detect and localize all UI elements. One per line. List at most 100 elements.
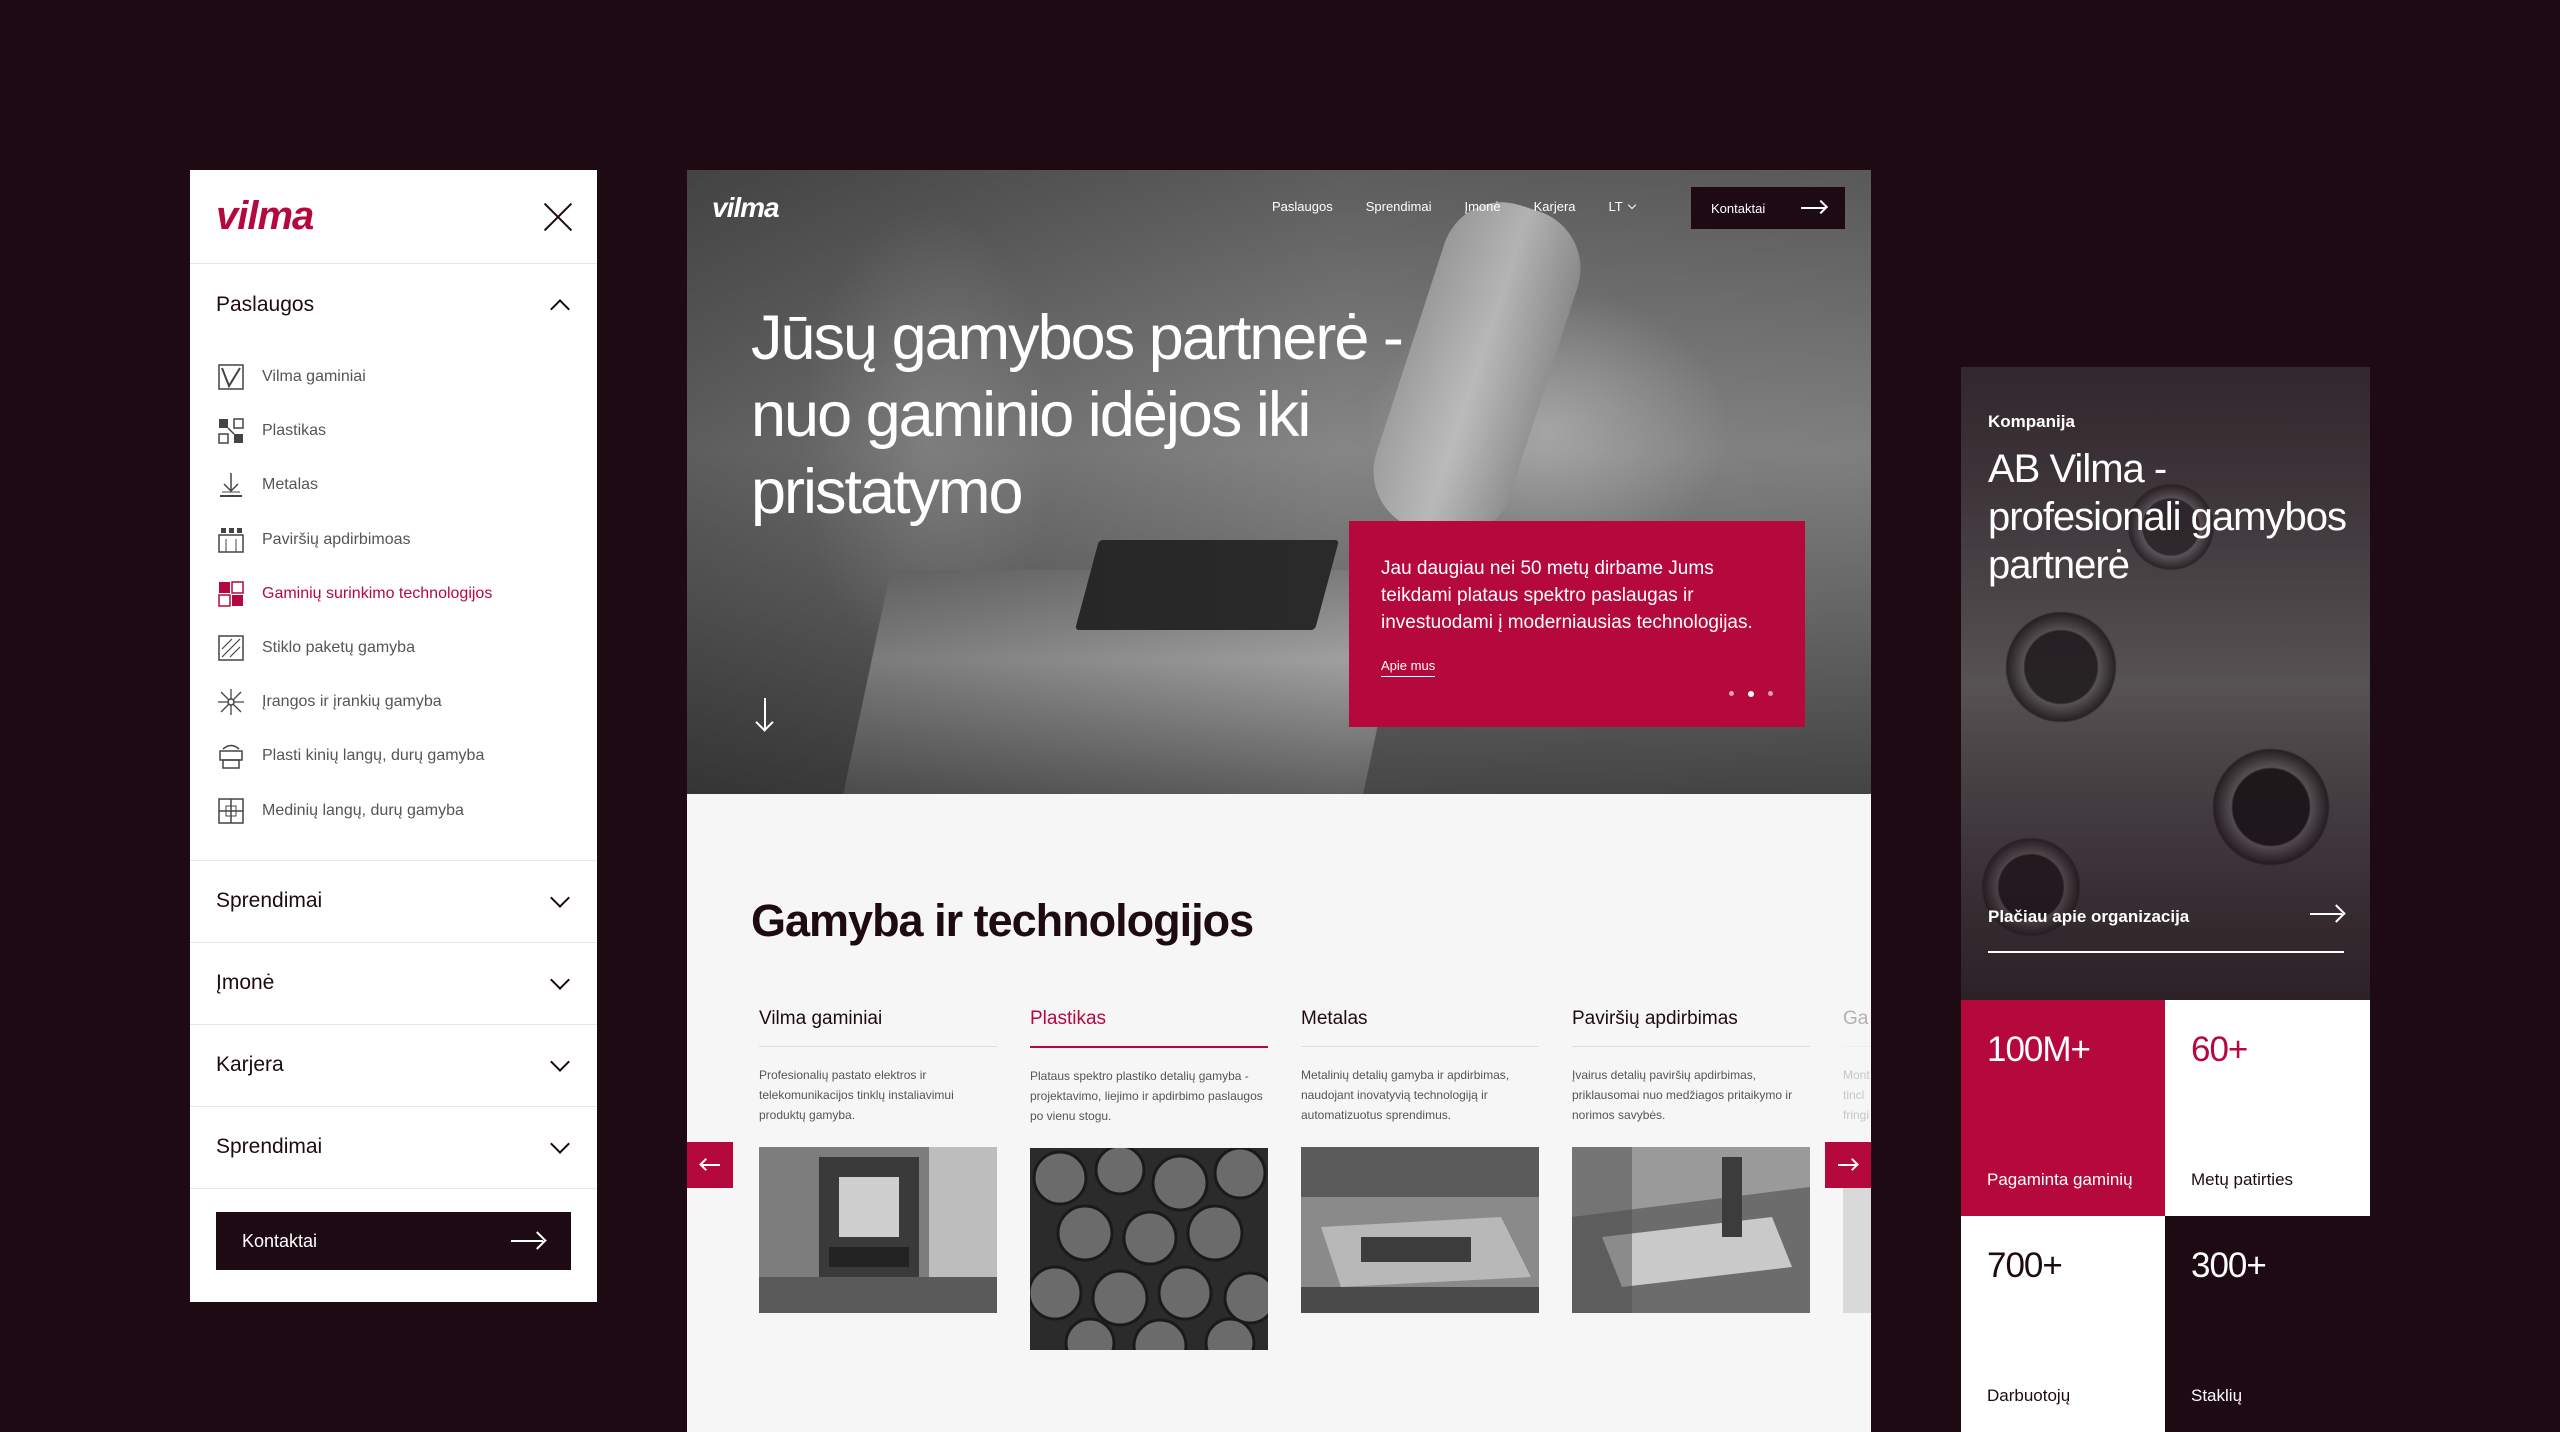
mobile-menu-header: vilma bbox=[190, 170, 597, 264]
stats-grid: 100M+ Pagaminta gaminių 60+ Metų patirti… bbox=[1961, 1000, 2370, 1432]
hero-section: vilma Paslaugos Sprendimai Įmonė Karjera… bbox=[687, 170, 1871, 794]
service-card-title[interactable]: Plastikas bbox=[1030, 1008, 1268, 1048]
submenu-item-stiklo[interactable]: Stiklo paketų gamyba bbox=[216, 621, 571, 675]
contacts-button-label: Kontaktai bbox=[242, 1230, 318, 1251]
submenu-item-surinkimo[interactable]: Gaminių surinkimo technologijos bbox=[216, 567, 571, 621]
arrow-down-icon[interactable] bbox=[755, 698, 775, 732]
stat-products: 100M+ Pagaminta gaminių bbox=[1961, 1000, 2165, 1216]
accordion-karjera[interactable]: Karjera bbox=[190, 1025, 597, 1107]
service-card-title[interactable]: Ga bbox=[1843, 1008, 1871, 1047]
arrow-right-icon bbox=[1838, 1158, 1859, 1172]
submenu-label: Paviršių apdirbimoas bbox=[262, 530, 411, 548]
accordion-label: Sprendimai bbox=[216, 889, 323, 913]
service-card-desc: Metalinių detalių gamyba ir apdirbimas, … bbox=[1301, 1068, 1510, 1122]
service-card-image bbox=[1027, 1144, 1277, 1374]
submenu-label: Plasti kinių langų, durų gamyba bbox=[262, 747, 485, 765]
chevron-down-icon bbox=[550, 1133, 570, 1154]
vilma-logo[interactable]: vilma bbox=[712, 192, 780, 224]
company-title: AB Vilma - profesionali gamybos partnerė bbox=[1988, 447, 2347, 587]
service-card-desc: Mont tincl fringi bbox=[1843, 1068, 1870, 1122]
nav-link-imone[interactable]: Įmonė bbox=[1464, 199, 1500, 214]
accordion-label: Paslaugos bbox=[216, 293, 315, 316]
submenu-item-plastikiniu-langu[interactable]: Plasti kinių langų, durų gamyba bbox=[216, 729, 571, 783]
plastic-icon bbox=[218, 418, 244, 445]
service-card-image bbox=[1301, 1147, 1539, 1313]
company-mobile-page: Kompanija AB Vilma - profesionali gamybo… bbox=[1961, 367, 2370, 1432]
service-card-desc: Profesionalių pastato elektros ir teleko… bbox=[759, 1068, 954, 1122]
submenu-label: Plastikas bbox=[262, 422, 327, 440]
service-card-image bbox=[1572, 1147, 1810, 1313]
tools-icon bbox=[218, 689, 244, 716]
chevron-down-icon bbox=[1627, 200, 1637, 210]
v-logo-icon bbox=[218, 364, 244, 390]
service-card-desc: Įvairus detalių paviršių apdirbimas, pri… bbox=[1572, 1068, 1793, 1122]
slider-dot[interactable] bbox=[1768, 691, 1773, 696]
stat-label: Darbuotojų bbox=[1987, 1386, 2071, 1405]
section-title: Gamyba ir technologijos bbox=[751, 895, 1254, 946]
nav-contacts-label: Kontaktai bbox=[1711, 200, 1766, 216]
nav-link-karjera[interactable]: Karjera bbox=[1534, 199, 1576, 214]
surface-icon bbox=[218, 527, 244, 553]
carousel-prev-button[interactable] bbox=[687, 1142, 733, 1188]
hero-card-text: Jau daugiau nei 50 metų dirbame Jums tei… bbox=[1381, 558, 1753, 633]
language-label: LT bbox=[1608, 199, 1623, 214]
contacts-button[interactable]: Kontaktai bbox=[216, 1212, 571, 1270]
arrow-left-icon bbox=[699, 1158, 720, 1172]
accordion-paslaugos[interactable]: Paslaugos bbox=[190, 264, 597, 346]
slider-dot-active[interactable] bbox=[1748, 691, 1754, 697]
accordion-label: Įmonė bbox=[216, 971, 275, 995]
hero-info-card: Jau daugiau nei 50 metų dirbame Jums tei… bbox=[1349, 521, 1805, 727]
nav-link-sprendimai[interactable]: Sprendimai bbox=[1366, 199, 1432, 214]
submenu-label: Įrangos ir įrankių gamyba bbox=[262, 693, 442, 711]
submenu-item-plastikas[interactable]: Plastikas bbox=[216, 404, 571, 458]
about-organization-link[interactable]: Plačiau apie organizacija bbox=[1988, 904, 2346, 953]
chevron-up-icon bbox=[550, 298, 570, 319]
accordion-sprendimai[interactable]: Sprendimai bbox=[190, 861, 597, 943]
service-card-title[interactable]: Paviršių apdirbimas bbox=[1572, 1008, 1810, 1047]
arrow-right-icon bbox=[511, 1231, 547, 1250]
close-icon[interactable] bbox=[543, 202, 573, 232]
accordion-imone[interactable]: Įmonė bbox=[190, 943, 597, 1025]
submenu-item-mediniu-langu[interactable]: Medinių langų, durų gamyba bbox=[216, 784, 571, 838]
submenu-label: Gaminių surinkimo technologijos bbox=[262, 584, 493, 602]
stat-machines: 300+ Staklių bbox=[2165, 1216, 2370, 1432]
stat-employees: 700+ Darbuotojų bbox=[1961, 1216, 2165, 1432]
language-selector[interactable]: LT bbox=[1608, 199, 1637, 214]
slider-dot[interactable] bbox=[1729, 691, 1734, 696]
paslaugos-submenu: Vilma gaminiai Plastikas Metalas Pavirši… bbox=[190, 346, 597, 861]
about-us-link[interactable]: Apie mus bbox=[1381, 658, 1436, 677]
company-hero: Kompanija AB Vilma - profesionali gamybo… bbox=[1961, 367, 2370, 1000]
service-card-title[interactable]: Vilma gaminiai bbox=[759, 1008, 997, 1047]
nav-link-paslaugos[interactable]: Paslaugos bbox=[1272, 199, 1333, 214]
arrow-right-icon bbox=[2310, 904, 2346, 923]
service-card[interactable]: Metalas Metalinių detalių gamyba ir apdi… bbox=[1301, 1008, 1539, 1355]
nav-contacts-button[interactable]: Kontaktai bbox=[1691, 187, 1845, 229]
stat-number: 700+ bbox=[1987, 1246, 2063, 1285]
metal-icon bbox=[220, 473, 242, 498]
service-card-active[interactable]: Plastikas Plataus spektro plastiko detal… bbox=[1027, 1008, 1277, 1374]
submenu-item-irangos[interactable]: Įrangos ir įrankių gamyba bbox=[216, 675, 571, 729]
stat-label: Pagaminta gaminių bbox=[1987, 1170, 2133, 1189]
accordion-label: Karjera bbox=[216, 1053, 284, 1077]
submenu-item-vilma-gaminiai[interactable]: Vilma gaminiai bbox=[216, 350, 571, 404]
nav-links: Paslaugos Sprendimai Įmonė Karjera LT bbox=[1272, 199, 1637, 214]
stat-number: 100M+ bbox=[1987, 1030, 2091, 1069]
carousel-next-button[interactable] bbox=[1825, 1142, 1871, 1188]
submenu-item-pavirsiu[interactable]: Paviršių apdirbimoas bbox=[216, 513, 571, 567]
chevron-down-icon bbox=[550, 969, 570, 990]
slider-dots bbox=[1729, 691, 1773, 697]
desktop-page: vilma Paslaugos Sprendimai Įmonė Karjera… bbox=[687, 170, 1871, 1432]
service-card[interactable]: Paviršių apdirbimas Įvairus detalių pavi… bbox=[1572, 1008, 1810, 1355]
services-carousel: Vilma gaminiai Profesionalių pastato ele… bbox=[759, 1008, 1871, 1374]
service-card-title[interactable]: Metalas bbox=[1301, 1008, 1539, 1047]
submenu-label: Metalas bbox=[262, 476, 319, 494]
service-card[interactable]: Vilma gaminiai Profesionalių pastato ele… bbox=[759, 1008, 997, 1355]
accordion-sprendimai-2[interactable]: Sprendimai bbox=[190, 1107, 597, 1189]
submenu-item-metalas[interactable]: Metalas bbox=[216, 458, 571, 512]
assembly-icon bbox=[218, 581, 244, 607]
stat-experience: 60+ Metų patirties bbox=[2165, 1000, 2370, 1216]
glass-icon bbox=[218, 635, 244, 661]
vilma-logo[interactable]: vilma bbox=[216, 194, 314, 239]
about-organization-label: Plačiau apie organizacija bbox=[1988, 907, 2190, 926]
stat-label: Staklių bbox=[2191, 1386, 2243, 1405]
